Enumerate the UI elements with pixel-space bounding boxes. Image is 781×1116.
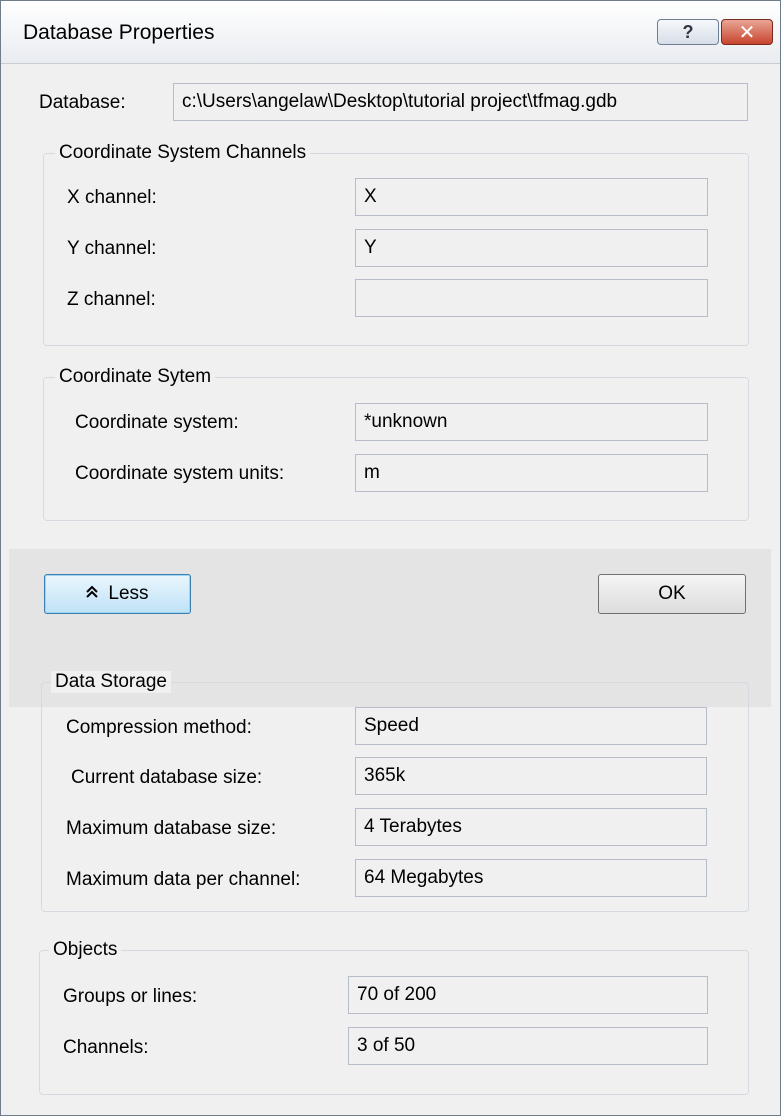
close-icon: ✕ [738, 21, 756, 44]
ok-button-label: OK [658, 583, 686, 604]
compression-method-field[interactable]: Speed [355, 707, 707, 745]
close-button[interactable]: ✕ [721, 19, 773, 45]
z-channel-label: Z channel: [67, 289, 156, 310]
coordinate-system-label: Coordinate system: [75, 412, 239, 433]
objects-title: Objects [49, 939, 122, 961]
z-channel-field[interactable] [355, 279, 708, 317]
coordinate-units-label: Coordinate system units: [75, 463, 285, 484]
y-channel-field[interactable]: Y [355, 229, 708, 267]
dialog-title: Database Properties [23, 21, 215, 44]
coordinate-channels-title: Coordinate System Channels [55, 142, 311, 164]
title-bar[interactable]: Database Properties ? ✕ [1, 1, 780, 64]
current-size-label: Current database size: [71, 767, 263, 788]
less-button-label: Less [108, 583, 149, 604]
groups-or-lines-field[interactable]: 70 of 200 [348, 976, 708, 1014]
coordinate-system-group [43, 377, 749, 521]
max-size-label: Maximum database size: [66, 818, 277, 839]
less-button[interactable]: Less [44, 574, 191, 614]
x-channel-label: X channel: [67, 187, 157, 208]
max-per-channel-field[interactable]: 64 Megabytes [355, 859, 707, 897]
coordinate-units-field[interactable]: m [355, 454, 708, 492]
coordinate-system-field[interactable]: *unknown [355, 403, 708, 441]
coordinate-system-title: Coordinate Sytem [55, 366, 216, 388]
x-channel-field[interactable]: X [355, 178, 708, 216]
channels-field[interactable]: 3 of 50 [348, 1027, 708, 1065]
question-mark-icon: ? [682, 21, 694, 42]
database-path-field[interactable]: c:\Users\angelaw\Desktop\tutorial projec… [173, 83, 748, 121]
ok-button[interactable]: OK [598, 574, 746, 614]
max-size-field[interactable]: 4 Terabytes [355, 808, 707, 846]
data-storage-title: Data Storage [51, 671, 171, 693]
y-channel-label: Y channel: [67, 238, 157, 259]
channels-label: Channels: [63, 1037, 149, 1058]
compression-method-label: Compression method: [66, 717, 252, 738]
groups-or-lines-label: Groups or lines: [63, 986, 198, 1007]
dialog-body: Database: c:\Users\angelaw\Desktop\tutor… [9, 64, 771, 1112]
objects-group [39, 950, 749, 1095]
chevron-double-up-icon [86, 585, 99, 603]
max-per-channel-label: Maximum data per channel: [66, 869, 301, 890]
current-size-field[interactable]: 365k [355, 757, 707, 795]
help-button[interactable]: ? [657, 19, 719, 45]
database-label: Database: [39, 92, 126, 113]
dialog-window: Database Properties ? ✕ Database: c:\Use… [0, 0, 781, 1116]
